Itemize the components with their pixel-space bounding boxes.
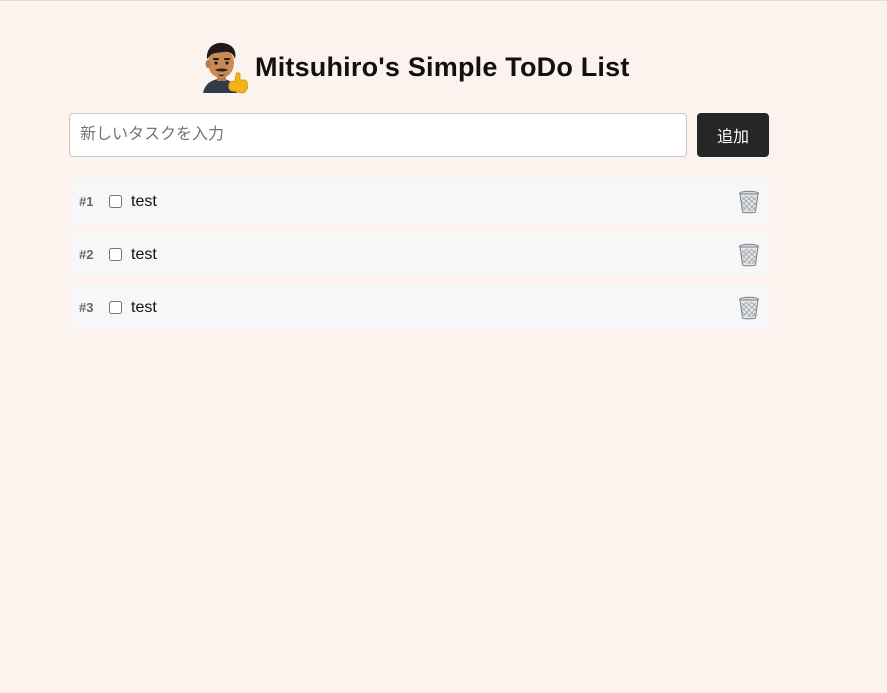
todo-text: test xyxy=(131,298,157,316)
memoji-thumbs-up-icon xyxy=(203,42,249,94)
todo-item: #2 test xyxy=(69,231,769,278)
add-task-button[interactable]: 追加 xyxy=(697,113,769,157)
todo-number: #2 xyxy=(79,247,94,262)
trash-can-icon[interactable] xyxy=(738,190,760,214)
new-task-input[interactable] xyxy=(69,113,687,157)
todo-checkbox[interactable] xyxy=(109,248,122,261)
new-task-form: 追加 xyxy=(69,113,769,157)
todo-text: test xyxy=(131,245,157,263)
trash-can-icon[interactable] xyxy=(738,243,760,267)
todo-item: #3 test xyxy=(69,284,769,331)
todo-checkbox[interactable] xyxy=(109,301,122,314)
trash-can-icon[interactable] xyxy=(738,296,760,320)
todo-number: #1 xyxy=(79,194,94,209)
todo-text: test xyxy=(131,192,157,210)
todo-number: #3 xyxy=(79,300,94,315)
page-title: Mitsuhiro's Simple ToDo List xyxy=(255,51,630,82)
todo-checkbox[interactable] xyxy=(109,195,122,208)
page-header: Mitsuhiro's Simple ToDo List xyxy=(195,39,630,95)
todo-item: #1 test xyxy=(69,178,769,225)
todo-list: #1 test #2 test #3 test xyxy=(69,178,769,337)
